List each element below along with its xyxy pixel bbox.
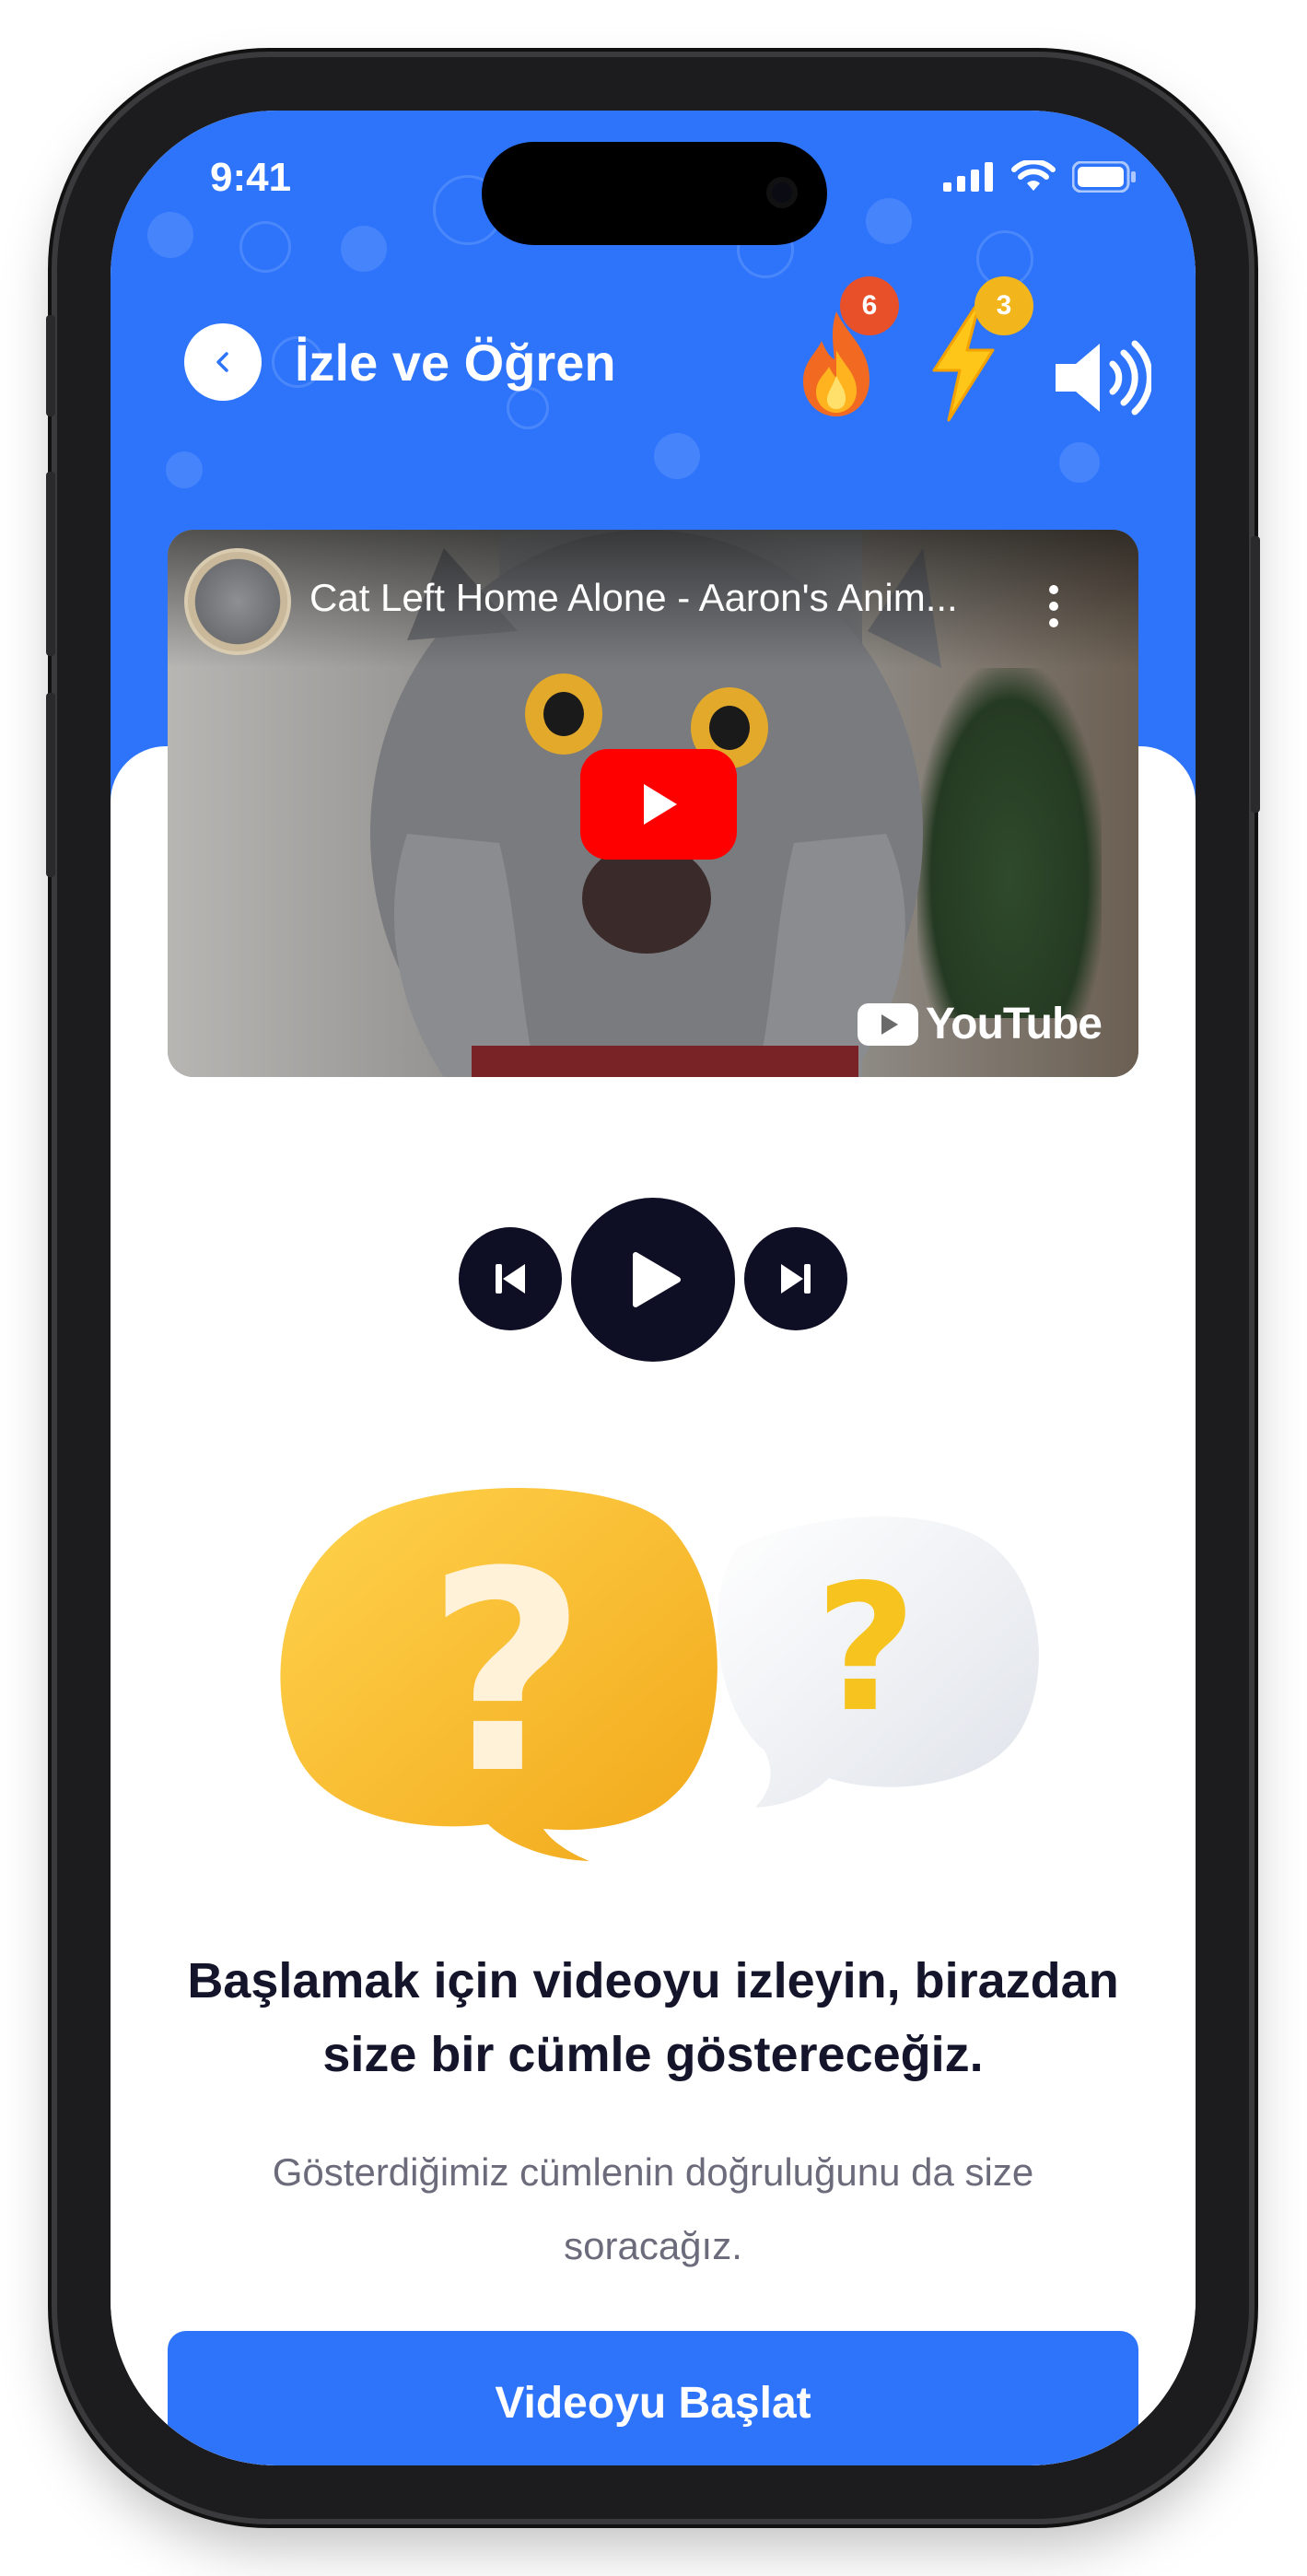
- svg-text:?: ?: [815, 1547, 916, 1751]
- streak-badge: 6: [840, 276, 899, 335]
- speaker-icon: [1056, 340, 1153, 416]
- question-bubble-icon: ? ?: [280, 1488, 1039, 1861]
- playback-controls: [111, 1198, 1196, 1364]
- decor-bubble: [654, 433, 700, 479]
- decor-bubble: [1059, 442, 1100, 483]
- decor-bubble: [866, 198, 912, 244]
- youtube-play-button[interactable]: [580, 749, 737, 860]
- volume-up-button: [46, 472, 55, 656]
- decor-bubble: [341, 226, 387, 272]
- start-video-button[interactable]: Videoyu Başlat: [168, 2331, 1138, 2465]
- back-button[interactable]: [184, 323, 262, 401]
- svg-text:?: ?: [426, 1513, 587, 1834]
- chevron-left-icon: [216, 352, 228, 372]
- play-icon: [633, 1252, 681, 1307]
- power-button: [1251, 536, 1260, 813]
- youtube-icon: [857, 1002, 918, 1046]
- wifi-icon: [1011, 160, 1056, 191]
- status-time: 9:41: [210, 155, 292, 200]
- status-icons: [943, 160, 1137, 193]
- play-button[interactable]: [571, 1198, 735, 1362]
- energy-indicator[interactable]: 3: [921, 276, 1033, 422]
- streak-indicator[interactable]: 6: [790, 276, 899, 416]
- decor-bubble: [147, 212, 193, 258]
- decor-bubble: [166, 451, 203, 488]
- header: İzle ve Öğren 6 3: [111, 276, 1196, 422]
- video-player[interactable]: Cat Left Home Alone - Aaron's Anim... Yo…: [168, 530, 1138, 1077]
- screen: 9:41 İzle ve Öğren 6 3 Cat Left Home Alo…: [111, 111, 1196, 2465]
- sound-button[interactable]: [1050, 336, 1153, 419]
- battery-icon: [1072, 161, 1136, 193]
- mute-switch: [46, 315, 55, 416]
- energy-badge: 3: [974, 276, 1033, 335]
- more-vertical-icon[interactable]: [1044, 583, 1063, 629]
- channel-avatar[interactable]: [184, 548, 291, 655]
- phone-frame: 9:41 İzle ve Öğren 6 3 Cat Left Home Alo…: [46, 57, 1260, 2519]
- cellular-signal-icon: [943, 162, 993, 192]
- video-title[interactable]: Cat Left Home Alone - Aaron's Anim...: [309, 576, 958, 620]
- previous-button[interactable]: [459, 1227, 562, 1330]
- dynamic-island: [482, 142, 827, 245]
- decor-ring: [239, 221, 291, 273]
- youtube-wordmark: YouTube: [925, 1000, 1103, 1048]
- play-icon: [644, 784, 677, 825]
- next-button[interactable]: [744, 1227, 847, 1330]
- question-illustration: ? ?: [111, 1474, 1196, 1870]
- skip-next-icon: [781, 1264, 811, 1294]
- page-title: İzle ve Öğren: [295, 334, 616, 392]
- skip-previous-icon: [496, 1264, 525, 1294]
- volume-down-button: [46, 693, 55, 877]
- instruction-subtext: Gösterdiğimiz cümlenin doğruluğunu da si…: [272, 2150, 1034, 2267]
- instruction-heading: Başlamak için videoyu izleyin, birazdan …: [187, 1953, 1119, 2082]
- camera-icon: [766, 177, 798, 208]
- youtube-logo[interactable]: YouTube: [857, 999, 1103, 1049]
